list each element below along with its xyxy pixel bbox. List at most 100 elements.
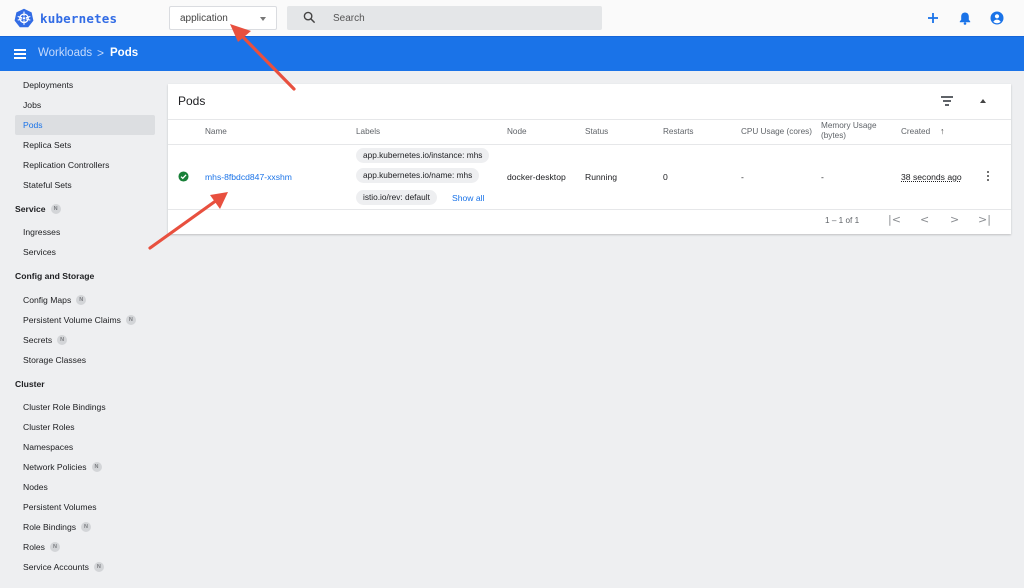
pod-memory-usage: -: [821, 172, 824, 182]
dropdown-caret-icon: [260, 17, 266, 21]
pod-created-time: 38 seconds ago: [901, 172, 962, 182]
sidebar-item-replication-controllers[interactable]: Replication Controllers: [15, 155, 155, 175]
sidebar-item-label: Cluster Roles: [23, 422, 75, 432]
sidebar-item-services[interactable]: Services: [15, 242, 155, 262]
pod-name-link[interactable]: mhs-8fbdcd847-xxshm: [205, 172, 292, 182]
namespaced-badge: N: [49, 542, 60, 552]
account-icon: [990, 11, 1004, 25]
menu-icon[interactable]: [14, 49, 26, 59]
sidebar-item-stateful-sets[interactable]: Stateful Sets: [15, 175, 155, 195]
label-chip: app.kubernetes.io/name: mhs: [356, 168, 480, 183]
namespaced-badge: N: [81, 522, 92, 532]
column-header-node[interactable]: Node: [507, 127, 527, 136]
notifications-icon: [959, 12, 971, 25]
sidebar-item-jobs[interactable]: Jobs: [15, 95, 155, 115]
sidebar-item-storage-classes[interactable]: Storage Classes: [15, 350, 155, 370]
column-header-memory[interactable]: Memory Usage (bytes): [821, 121, 891, 141]
sidebar-item-roles[interactable]: Roles N: [15, 537, 155, 557]
first-page-button[interactable]: |<: [888, 213, 901, 226]
search-icon: [303, 11, 316, 24]
namespaced-badge: N: [57, 335, 68, 345]
filter-icon[interactable]: [940, 96, 954, 106]
sidebar-item-secrets[interactable]: Secrets N: [15, 330, 155, 350]
sidebar-item-label: Replica Sets: [23, 140, 72, 150]
notifications-button[interactable]: [957, 10, 973, 26]
more-options-icon[interactable]: [987, 171, 991, 183]
add-button[interactable]: [925, 10, 941, 26]
sort-ascending-icon[interactable]: ↑: [940, 126, 945, 136]
sidebar-item-label: Namespaces: [23, 442, 74, 452]
sidebar-group-service[interactable]: Service N: [15, 199, 61, 219]
sidebar-item-cluster-roles[interactable]: Cluster Roles: [15, 417, 155, 437]
namespaced-badge: N: [125, 315, 136, 325]
column-header-name[interactable]: Name: [205, 127, 227, 136]
namespace-select[interactable]: application: [169, 6, 277, 30]
label-chip: app.kubernetes.io/instance: mhs: [356, 148, 490, 163]
sidebar-item-persistent-volume-claims[interactable]: Persistent Volume Claims N: [15, 310, 155, 330]
check-circle-icon: [178, 171, 189, 182]
sidebar-item-namespaces[interactable]: Namespaces: [15, 437, 155, 457]
page-header: Workloads > Pods: [0, 36, 1024, 71]
last-page-button[interactable]: >|: [978, 213, 991, 226]
sidebar-item-label: Nodes: [23, 482, 48, 492]
sidebar-group-config-and-storage[interactable]: Config and Storage: [15, 266, 94, 286]
sidebar-item-label: Ingresses: [23, 227, 61, 237]
sidebar-group-label: Config and Storage: [15, 271, 95, 281]
sidebar-item-label: Role Bindings: [23, 522, 77, 532]
sidebar-item-label: Secrets: [23, 335, 53, 345]
sidebar-item-label: Persistent Volumes: [23, 502, 97, 512]
divider: [168, 119, 1011, 120]
search-input[interactable]: [333, 10, 583, 26]
top-bar: kubernetes application: [0, 0, 1024, 36]
column-header-status[interactable]: Status: [585, 127, 608, 136]
sidebar-group-label: Service: [15, 204, 46, 214]
divider: [168, 144, 1011, 145]
sidebar-item-replica-sets[interactable]: Replica Sets: [15, 135, 155, 155]
kubernetes-wheel-icon: [14, 8, 34, 28]
kubernetes-logo[interactable]: kubernetes: [14, 8, 117, 28]
sidebar-item-label: Cluster Role Bindings: [23, 402, 106, 412]
sidebar-item-label: Config Maps: [23, 295, 72, 305]
breadcrumb-pods: Pods: [110, 47, 139, 59]
pagination-range: 1 – 1 of 1: [825, 216, 860, 225]
column-header-restarts[interactable]: Restarts: [663, 127, 693, 136]
sidebar-group-label: Cluster: [15, 379, 45, 389]
pods-card: Pods Name Labels Node Status Restarts CP…: [168, 84, 1011, 234]
sidebar-item-pods[interactable]: Pods: [15, 115, 155, 135]
next-page-button[interactable]: >: [950, 213, 959, 226]
previous-page-button[interactable]: <: [920, 213, 929, 226]
sidebar-item-config-maps[interactable]: Config Maps N: [15, 290, 155, 310]
show-all-labels-link[interactable]: Show all: [452, 193, 484, 203]
sidebar-item-ingresses[interactable]: Ingresses: [15, 222, 155, 242]
sidebar: Deployments Jobs Pods Replica Sets Repli…: [0, 71, 160, 588]
sidebar-item-network-policies[interactable]: Network Policies N: [15, 457, 155, 477]
sidebar-item-nodes[interactable]: Nodes: [15, 477, 155, 497]
namespaced-badge: N: [93, 562, 104, 572]
add-icon: [928, 13, 938, 23]
namespaced-badge: N: [76, 295, 87, 305]
namespaced-badge: N: [50, 204, 61, 214]
collapse-icon[interactable]: [980, 99, 986, 103]
account-button[interactable]: [989, 10, 1005, 26]
sidebar-item-label: Pods: [23, 120, 43, 130]
column-header-cpu[interactable]: CPU Usage (cores): [741, 127, 812, 136]
sidebar-item-label: Deployments: [23, 80, 74, 90]
pod-cpu-usage: -: [741, 172, 744, 182]
label-chip: istio.io/rev: default: [356, 190, 437, 205]
sidebar-group-cluster[interactable]: Cluster: [15, 374, 45, 394]
pod-node: docker-desktop: [507, 172, 566, 182]
breadcrumb-workloads[interactable]: Workloads: [38, 47, 92, 59]
sidebar-item-cluster-role-bindings[interactable]: Cluster Role Bindings: [15, 397, 155, 417]
sidebar-item-persistent-volumes[interactable]: Persistent Volumes: [15, 497, 155, 517]
pod-restarts: 0: [663, 172, 668, 182]
sidebar-item-label: Stateful Sets: [23, 180, 72, 190]
sidebar-item-service-accounts[interactable]: Service Accounts N: [15, 557, 155, 577]
brand-name: kubernetes: [40, 10, 118, 26]
search-bar[interactable]: [287, 6, 602, 30]
namespaced-badge: N: [91, 462, 102, 472]
sidebar-item-label: Replication Controllers: [23, 160, 110, 170]
sidebar-item-deployments[interactable]: Deployments: [15, 75, 155, 95]
column-header-created[interactable]: Created: [901, 127, 930, 136]
namespace-value: application: [180, 13, 228, 24]
sidebar-item-role-bindings[interactable]: Role Bindings N: [15, 517, 155, 537]
